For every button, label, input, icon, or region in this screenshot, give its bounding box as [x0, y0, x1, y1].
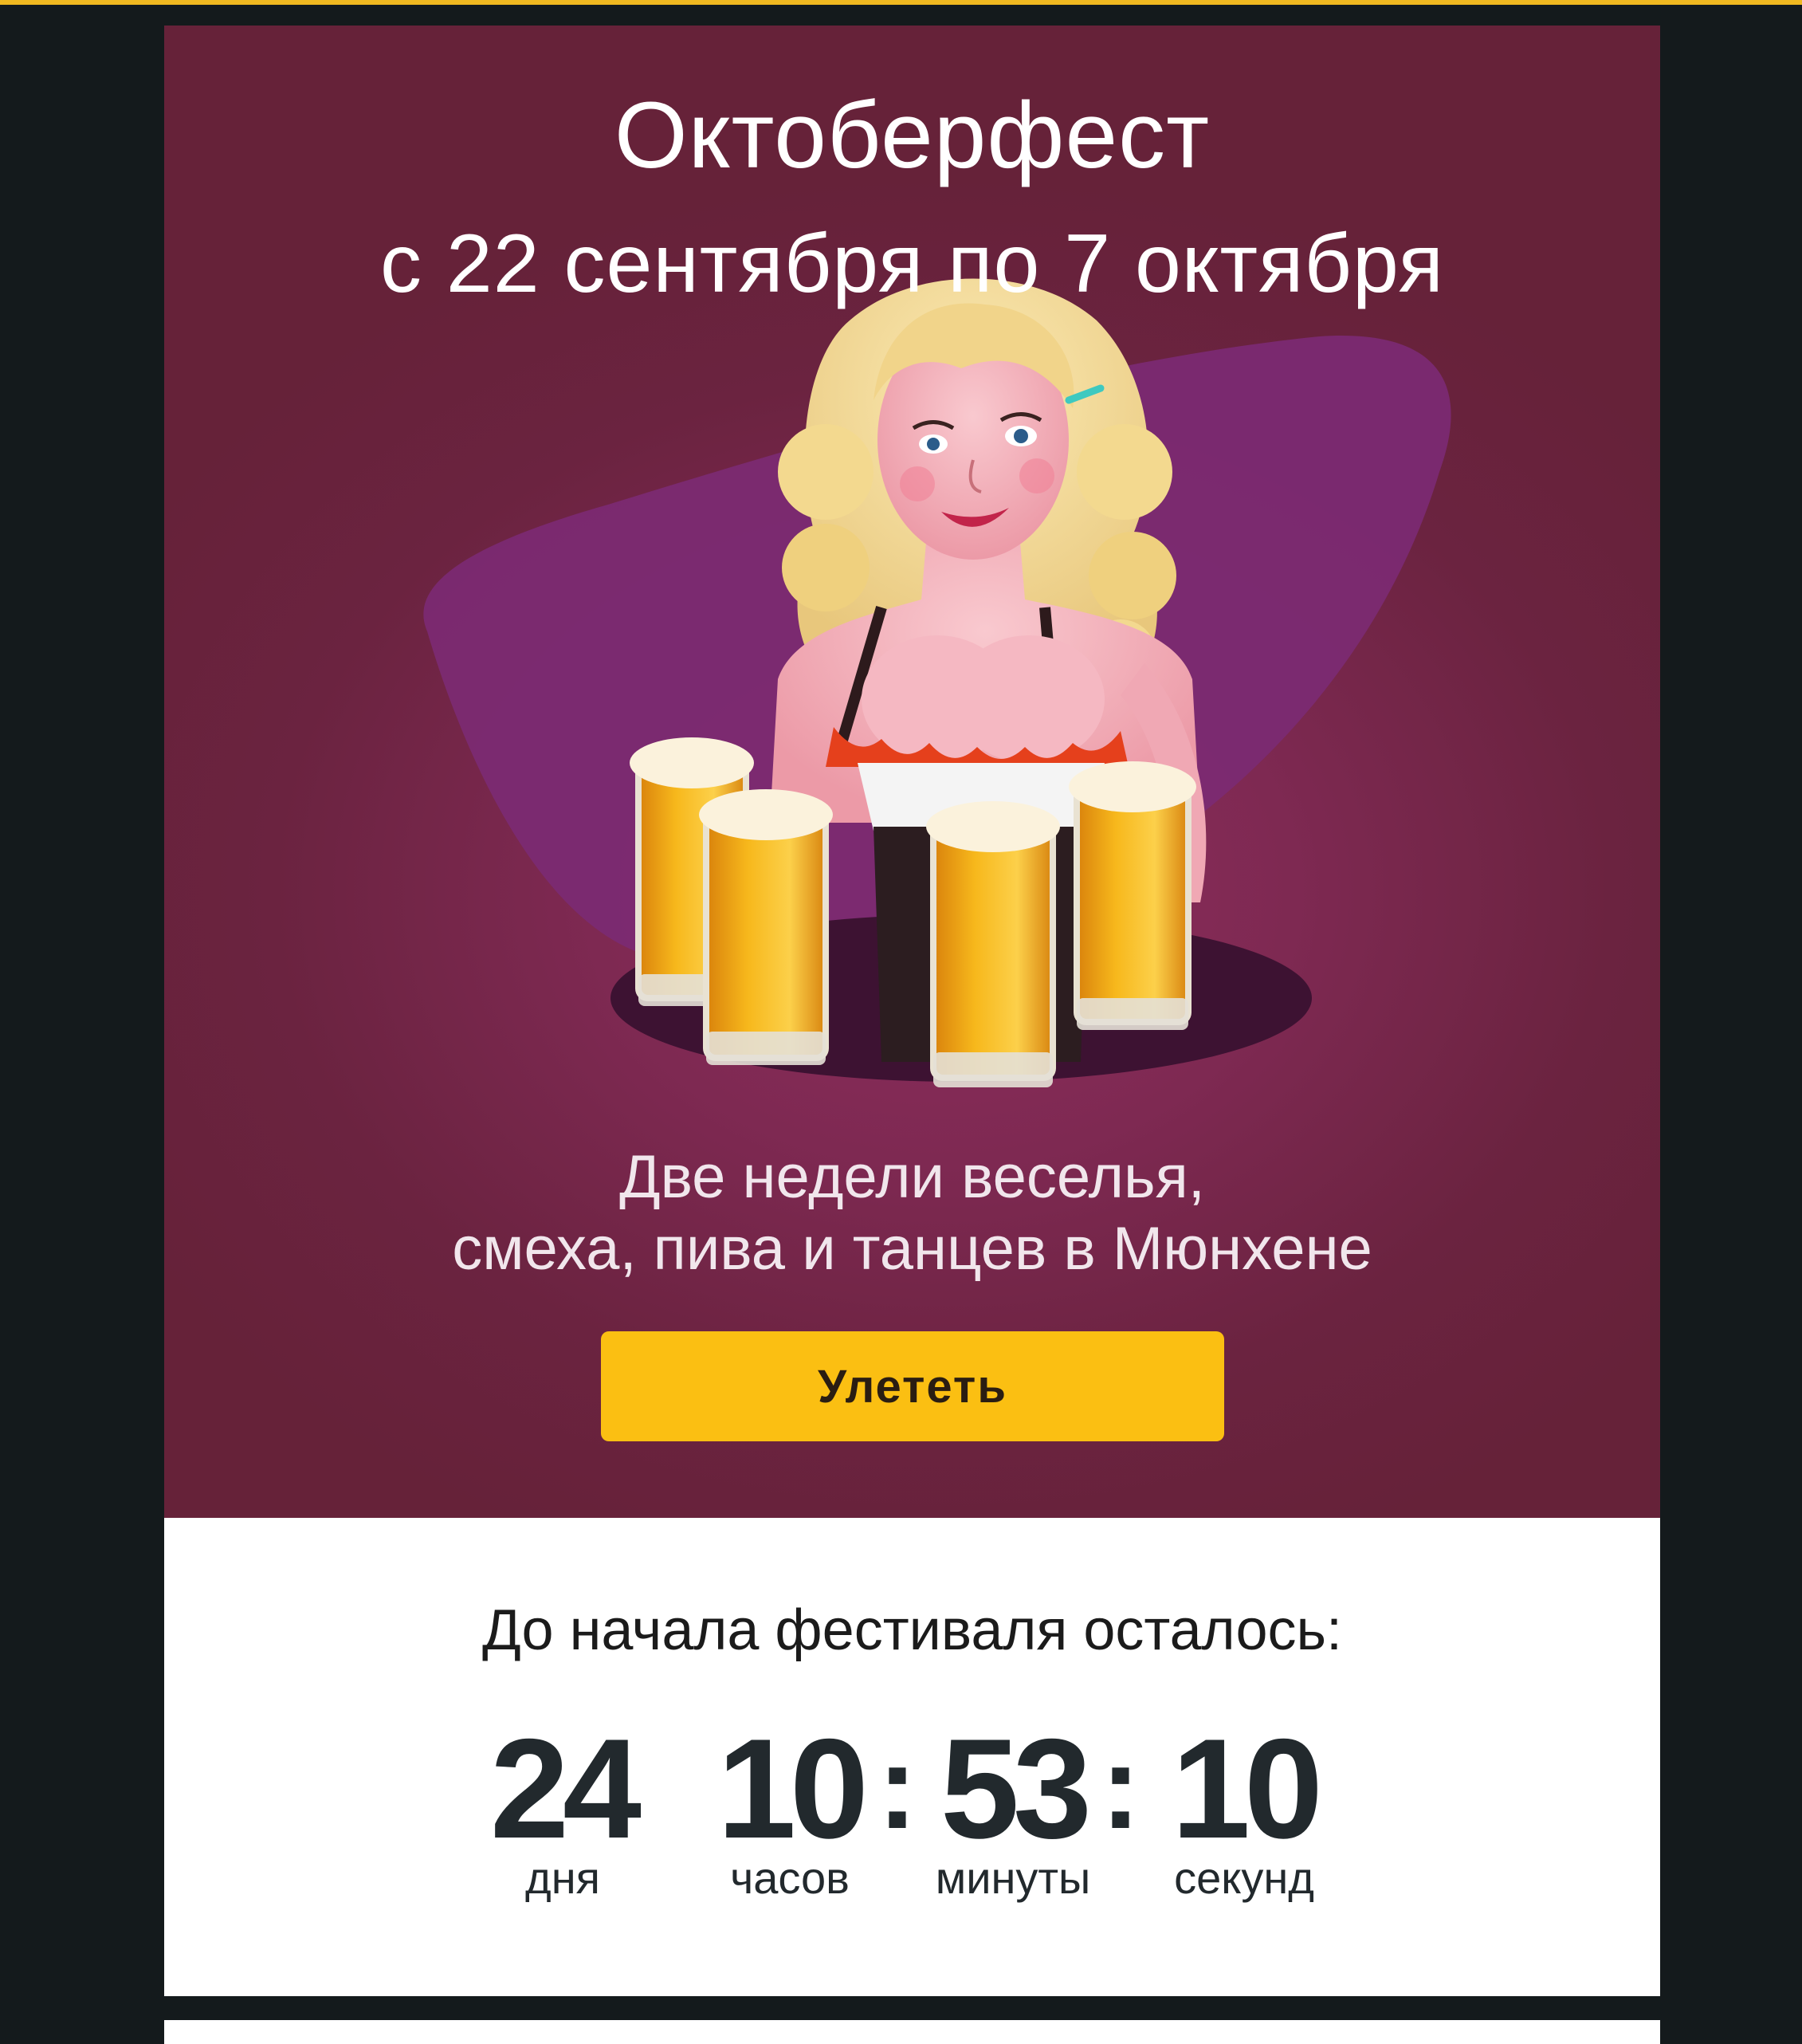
fly-button[interactable]: Улететь — [601, 1331, 1224, 1441]
minutes-value: 53 — [940, 1709, 1092, 1868]
tagline-line-1: Две недели веселья, — [619, 1143, 1205, 1211]
countdown-minutes: 53 минуты — [929, 1717, 1097, 1902]
beer-mug-2 — [699, 789, 833, 1065]
top-accent-strip — [0, 0, 1802, 5]
hours-label: часов — [730, 1853, 850, 1903]
countdown-seconds: 10 секунд — [1152, 1717, 1336, 1902]
time-separator: : — [877, 1720, 917, 1853]
countdown-days: 24 дня — [479, 1717, 646, 1902]
seconds-label: секунд — [1174, 1853, 1314, 1903]
festival-dates: с 22 сентября по 7 октября — [380, 218, 1444, 310]
hours-value: 10 — [717, 1709, 869, 1868]
beer-mug-4 — [1069, 761, 1196, 1030]
countdown-panel: До начала фестиваля осталось: 24 дня 10 … — [164, 1518, 1660, 1996]
minutes-label: минуты — [935, 1853, 1091, 1903]
time-separator: : — [1101, 1720, 1140, 1853]
festival-tagline: Две недели веселья, смеха, пива и танцев… — [164, 1142, 1660, 1285]
page-title: Октоберфест — [614, 83, 1211, 188]
countdown-timer: 24 дня 10 часов : 53 минуты : 10 секунд — [164, 1518, 1660, 1996]
next-section-edge — [164, 2020, 1660, 2044]
beer-mug-3 — [926, 801, 1060, 1087]
days-value: 24 — [490, 1709, 642, 1868]
oktoberfest-banner: Октоберфест с 22 сентября по 7 октября Д… — [164, 26, 1660, 1518]
tagline-line-2: смеха, пива и танцев в Мюнхене — [452, 1215, 1372, 1283]
countdown-hours: 10 часов — [706, 1717, 874, 1902]
seconds-value: 10 — [1172, 1709, 1323, 1868]
